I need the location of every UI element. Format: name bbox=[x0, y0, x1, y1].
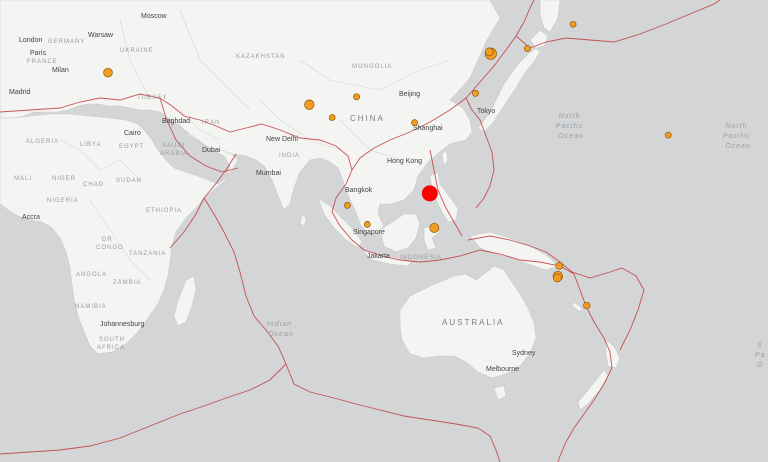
city-label: Madrid bbox=[9, 89, 31, 96]
city-label: Sydney bbox=[512, 350, 536, 357]
city-label: London bbox=[19, 37, 42, 44]
country-label: FRANCE bbox=[27, 59, 58, 65]
earthquake-marker[interactable] bbox=[552, 273, 562, 283]
city-label: Mumbai bbox=[256, 170, 281, 177]
earthquake-marker[interactable] bbox=[569, 20, 577, 28]
country-label: ANGOLA bbox=[76, 272, 107, 278]
map[interactable]: GERMANY UKRAINE KAZAKHSTAN MONGOLIA FRAN… bbox=[0, 0, 768, 462]
country-label: INDONESIA bbox=[400, 255, 442, 261]
earthquake-marker[interactable] bbox=[429, 222, 440, 233]
country-label: ZAMBIA bbox=[113, 280, 141, 286]
country-label: TANZANIA bbox=[129, 251, 166, 257]
country-label: TURKEY bbox=[137, 95, 167, 101]
city-label: Paris bbox=[30, 50, 46, 57]
land-hokkaido bbox=[529, 29, 549, 49]
country-label: EGYPT bbox=[119, 144, 144, 150]
basemap: GERMANY UKRAINE KAZAKHSTAN MONGOLIA FRAN… bbox=[0, 0, 768, 462]
earthquake-marker[interactable] bbox=[353, 93, 361, 101]
city-label: Beijing bbox=[399, 91, 420, 98]
country-label: SUDAN bbox=[116, 178, 142, 184]
land-borneo bbox=[379, 213, 421, 253]
country-label: UKRAINE bbox=[120, 48, 154, 54]
ocean-label-south-pacific-partial: S Pa O bbox=[755, 342, 768, 369]
country-label-australia: AUSTRALIA bbox=[442, 318, 504, 327]
city-label: New Delhi bbox=[266, 136, 298, 143]
city-label: Baghdad bbox=[162, 118, 190, 125]
country-label-china: CHINA bbox=[350, 114, 385, 123]
country-label: ARABIA bbox=[160, 151, 188, 157]
land-taiwan bbox=[441, 149, 449, 167]
country-label: ALGERIA bbox=[26, 139, 59, 145]
city-label: Bangkok bbox=[345, 187, 373, 194]
land-srilanka bbox=[299, 213, 307, 227]
earthquake-marker[interactable] bbox=[344, 202, 351, 209]
earthquake-marker[interactable] bbox=[328, 114, 336, 121]
earthquake-marker[interactable] bbox=[304, 99, 315, 110]
earthquake-marker[interactable] bbox=[411, 119, 418, 126]
earthquake-marker[interactable] bbox=[524, 45, 531, 52]
city-label: Moscow bbox=[141, 13, 168, 20]
land-madagascar bbox=[173, 275, 197, 327]
country-label: SOUTH bbox=[99, 337, 125, 343]
country-label: KAZAKHSTAN bbox=[236, 54, 286, 60]
country-label: INDIA bbox=[279, 153, 300, 159]
earthquake-marker[interactable] bbox=[363, 221, 371, 228]
country-label: CONGO bbox=[96, 245, 124, 251]
earthquake-marker[interactable] bbox=[583, 301, 591, 310]
country-label: NAMIBIA bbox=[75, 304, 107, 310]
city-label: Warsaw bbox=[88, 32, 114, 39]
earthquake-marker[interactable] bbox=[472, 89, 479, 97]
city-label: Accra bbox=[22, 214, 40, 221]
city-label: Hong Kong bbox=[387, 158, 422, 165]
city-label: Jakarta bbox=[367, 253, 390, 260]
country-label: ETHIOPIA bbox=[146, 208, 182, 214]
country-label: NIGERIA bbox=[47, 198, 79, 204]
country-label: CHAD bbox=[83, 182, 104, 188]
city-label: Singapore bbox=[353, 229, 385, 236]
earthquake-marker[interactable] bbox=[664, 131, 672, 139]
ocean-label-indian: Indian Ocean bbox=[267, 321, 295, 338]
country-label: LIBYA bbox=[80, 142, 102, 148]
city-label: Milan bbox=[52, 67, 69, 74]
country-label: DR bbox=[102, 237, 113, 243]
country-label: GERMANY bbox=[48, 39, 85, 45]
country-label: AFRICA bbox=[97, 345, 125, 351]
earthquake-marker[interactable] bbox=[484, 47, 494, 57]
country-label: MONGOLIA bbox=[352, 64, 392, 70]
land-japan bbox=[477, 47, 541, 133]
land-tasmania bbox=[493, 385, 507, 401]
land-kamchatka bbox=[539, 0, 561, 33]
selected-earthquake-marker[interactable] bbox=[421, 185, 438, 202]
land-newzealand-s bbox=[577, 369, 609, 411]
city-label: Dubai bbox=[202, 147, 221, 154]
land-newcaledonia bbox=[571, 301, 583, 313]
city-label: Cairo bbox=[124, 130, 141, 137]
ocean-label-north-pacific: North Pacific Ocean bbox=[556, 113, 587, 140]
city-label: Melbourne bbox=[486, 366, 519, 373]
city-label: Johannesburg bbox=[100, 321, 144, 328]
land-newzealand-n bbox=[605, 339, 621, 369]
ocean-label-north-pacific-2: North Pacific Ocean bbox=[723, 123, 754, 150]
city-label: Shanghai bbox=[413, 125, 443, 132]
country-label: IRAN bbox=[202, 120, 220, 126]
country-label: NIGER bbox=[52, 176, 76, 182]
earthquake-marker[interactable] bbox=[103, 67, 113, 78]
country-label: SAUDI bbox=[162, 143, 185, 149]
country-label: MALI bbox=[14, 176, 32, 182]
earthquake-marker[interactable] bbox=[555, 261, 564, 270]
city-label: Tokyo bbox=[477, 108, 495, 115]
